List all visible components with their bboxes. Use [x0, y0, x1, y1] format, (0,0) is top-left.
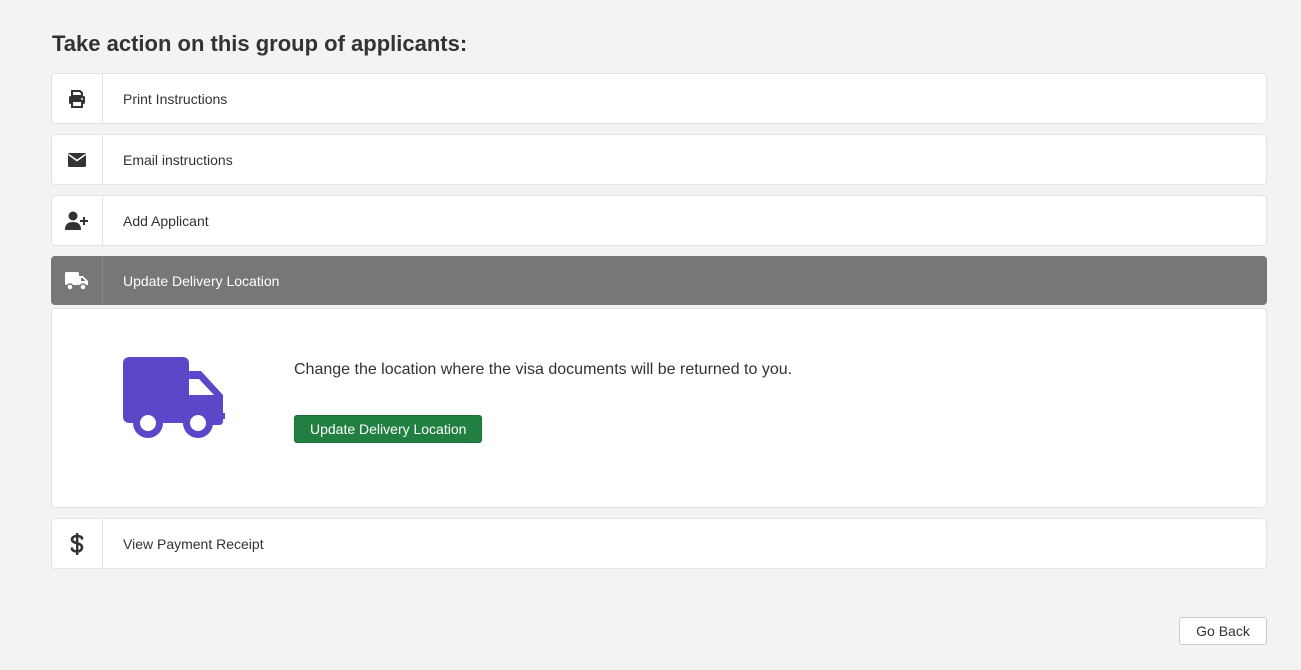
go-back-button[interactable]: Go Back — [1179, 617, 1267, 645]
action-email-instructions[interactable]: Email instructions — [51, 134, 1267, 185]
truck-icon — [123, 357, 225, 438]
truck-icon — [52, 257, 103, 304]
delivery-location-panel: Change the location where the visa docum… — [51, 308, 1267, 508]
action-label: Email instructions — [123, 151, 233, 168]
panel-description: Change the location where the visa docum… — [294, 361, 793, 378]
action-label: Print Instructions — [123, 90, 228, 107]
update-delivery-location-button[interactable]: Update Delivery Location — [294, 415, 483, 443]
user-plus-icon — [52, 196, 103, 245]
action-label: Update Delivery Location — [123, 272, 280, 289]
action-add-applicant[interactable]: Add Applicant — [51, 195, 1267, 246]
page-title: Take action on this group of applicants: — [52, 31, 468, 56]
print-icon — [52, 74, 103, 123]
action-update-delivery-location[interactable]: Update Delivery Location — [51, 256, 1267, 305]
action-label: View Payment Receipt — [123, 535, 264, 552]
page: Take action on this group of applicants:… — [0, 0, 1301, 670]
action-label: Add Applicant — [123, 212, 209, 229]
action-view-payment-receipt[interactable]: View Payment Receipt — [51, 518, 1267, 569]
action-print-instructions[interactable]: Print Instructions — [51, 73, 1267, 124]
envelope-icon — [52, 135, 103, 184]
dollar-icon — [52, 519, 103, 568]
